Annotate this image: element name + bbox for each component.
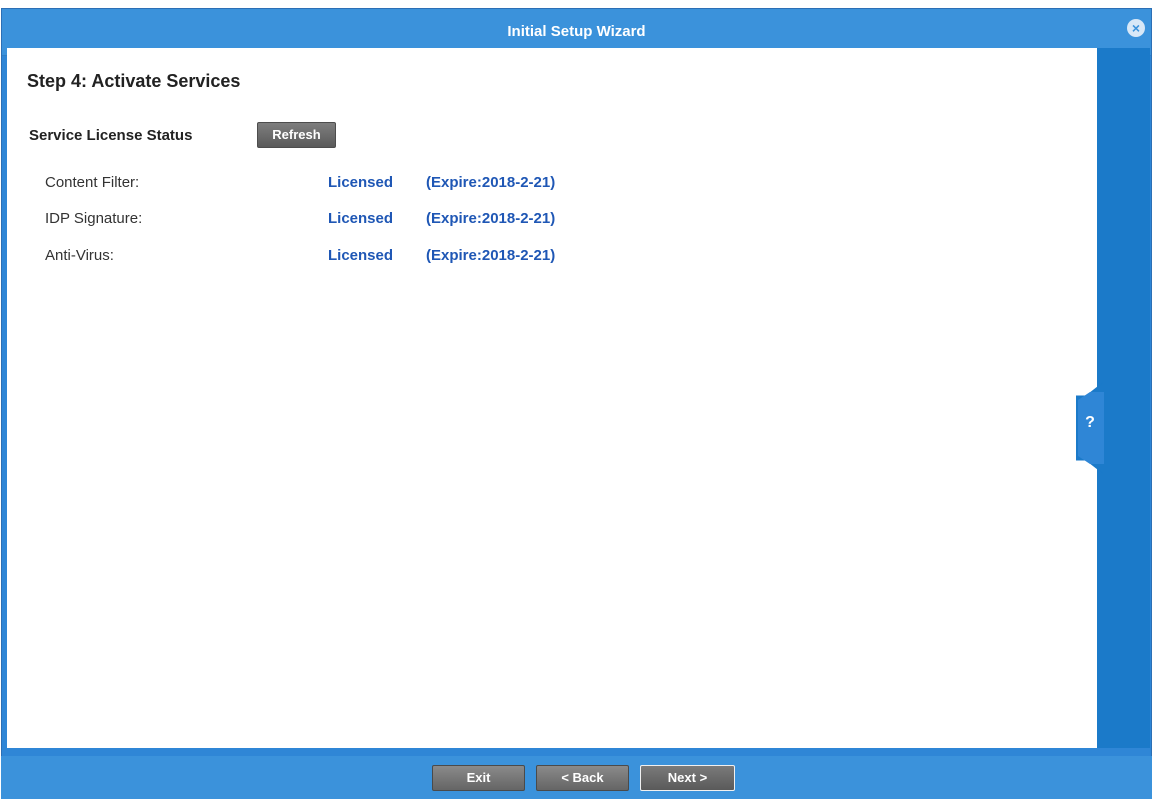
close-icon[interactable]: × — [1127, 19, 1145, 37]
service-row-content-filter: Content Filter: Licensed (Expire:2018-2-… — [7, 174, 707, 196]
service-status: Licensed — [328, 210, 394, 227]
service-license-status-label: Service License Status — [29, 127, 193, 144]
service-name: Content Filter: — [45, 174, 140, 191]
back-button[interactable]: < Back — [536, 765, 629, 791]
service-status: Licensed — [328, 174, 394, 191]
service-name: Anti-Virus: — [45, 247, 114, 264]
service-expire: (Expire:2018-2-21) — [426, 247, 556, 264]
refresh-button[interactable]: Refresh — [257, 122, 336, 148]
service-row-anti-virus: Anti-Virus: Licensed (Expire:2018-2-21) — [7, 247, 707, 269]
help-icon: ? — [1085, 414, 1095, 431]
window-title: Initial Setup Wizard — [507, 23, 646, 40]
exit-button[interactable]: Exit — [432, 765, 525, 791]
next-button[interactable]: Next > — [640, 765, 735, 791]
help-tab[interactable]: ? — [1076, 382, 1104, 474]
service-expire: (Expire:2018-2-21) — [426, 210, 556, 227]
service-status: Licensed — [328, 247, 394, 264]
help-side-rail — [1097, 48, 1150, 748]
wizard-footer: Exit < Back Next > — [1, 756, 1152, 799]
step-title: Step 4: Activate Services — [27, 71, 241, 91]
service-name: IDP Signature: — [45, 210, 143, 227]
service-expire: (Expire:2018-2-21) — [426, 174, 556, 191]
service-row-idp-signature: IDP Signature: Licensed (Expire:2018-2-2… — [7, 210, 707, 232]
wizard-content: Step 4: Activate Services Service Licens… — [7, 48, 1097, 748]
